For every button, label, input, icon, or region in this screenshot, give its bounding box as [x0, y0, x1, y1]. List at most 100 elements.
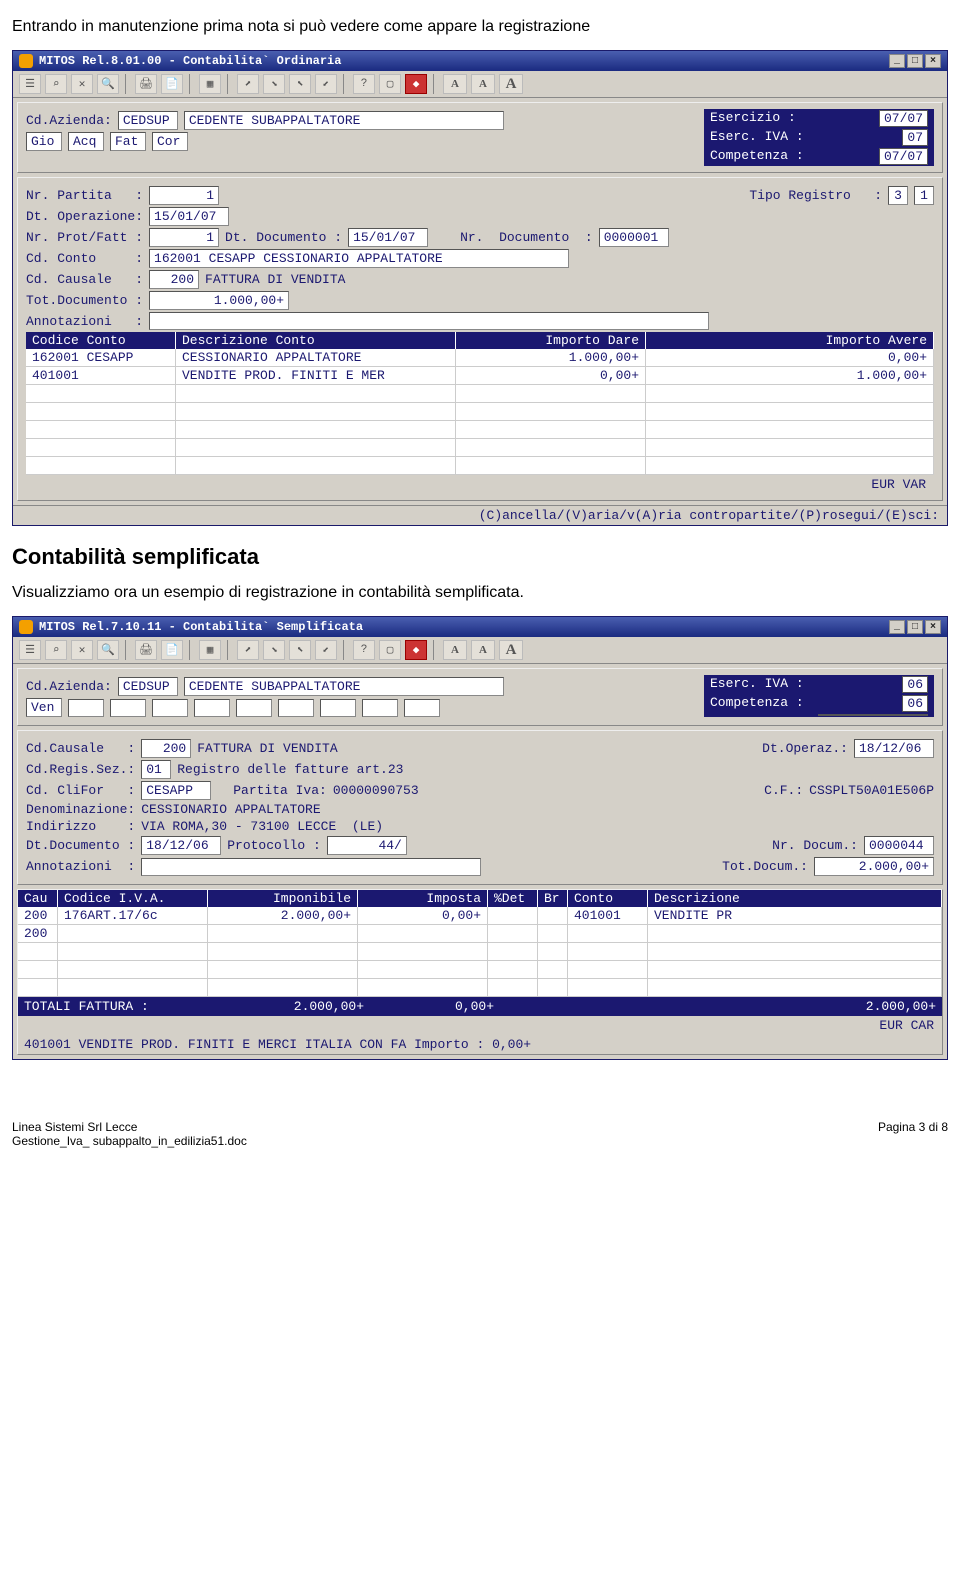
table-row[interactable] [26, 403, 934, 421]
tb-3[interactable]: ✕ [71, 640, 93, 660]
tb-7[interactable]: ▦ [199, 74, 221, 94]
table-row[interactable] [18, 943, 942, 961]
seg-7[interactable] [278, 699, 314, 717]
tb-13[interactable]: ◆ [405, 640, 427, 660]
table-row[interactable]: 200 [18, 925, 942, 943]
competenza-val[interactable]: 06 [902, 695, 928, 712]
table-row[interactable] [26, 421, 934, 439]
dt-op-lbl: Dt.Operaz.: [762, 741, 848, 756]
tb-4[interactable]: 🔍 [97, 74, 119, 94]
cd-clifor[interactable]: CESAPP [141, 781, 211, 800]
tb-9[interactable]: ⬊ [263, 74, 285, 94]
table-row[interactable] [26, 385, 934, 403]
seg-2[interactable] [68, 699, 104, 717]
annotazioni[interactable] [141, 858, 481, 876]
tb-5[interactable]: 🖨 [135, 74, 157, 94]
nrdoc[interactable]: 0000044 [864, 836, 934, 855]
seg-4[interactable] [152, 699, 188, 717]
minimize-button[interactable]: _ [889, 54, 905, 68]
tb-4[interactable]: 🔍 [97, 640, 119, 660]
table-row[interactable]: 162001 CESAPP CESSIONARIO APPALTATORE 1.… [26, 349, 934, 367]
table-row[interactable]: 200 176ART.17/6c 2.000,00+ 0,00+ 401001 … [18, 907, 942, 925]
nr-partita[interactable]: 1 [149, 186, 219, 205]
font-small[interactable]: A [443, 74, 467, 94]
tb-11[interactable]: ⬋ [315, 74, 337, 94]
tb-11[interactable]: ⬋ [315, 640, 337, 660]
proto[interactable]: 44/ [327, 836, 407, 855]
font-large[interactable]: A [499, 640, 523, 660]
totdoc[interactable]: 2.000,00+ [814, 857, 934, 876]
tot-doc[interactable]: 1.000,00+ [149, 291, 289, 310]
tb-help[interactable]: ? [353, 640, 375, 660]
esercizio-val[interactable]: 07/07 [879, 110, 928, 127]
cd-clifor-lbl: Cd. CliFor : [26, 783, 135, 798]
tb-1[interactable]: ☰ [19, 74, 41, 94]
tb-2[interactable]: ⌕ [45, 74, 67, 94]
tb-9[interactable]: ⬊ [263, 640, 285, 660]
seg-gio[interactable]: Gio [26, 132, 62, 151]
nr-doc[interactable]: 0000001 [599, 228, 669, 247]
tipo-reg-b[interactable]: 1 [914, 186, 934, 205]
seg-5[interactable] [194, 699, 230, 717]
seg-acq[interactable]: Acq [68, 132, 104, 151]
font-large[interactable]: A [499, 74, 523, 94]
cd-regis[interactable]: 01 [141, 760, 171, 779]
azienda-code[interactable]: CEDSUP [118, 111, 178, 130]
seg-3[interactable] [110, 699, 146, 717]
font-med[interactable]: A [471, 640, 495, 660]
annotazioni[interactable] [149, 312, 709, 330]
cd-cau[interactable]: 200 [149, 270, 199, 289]
tb-7[interactable]: ▦ [199, 640, 221, 660]
extra-val[interactable] [818, 714, 928, 716]
dt-op[interactable]: 18/12/06 [854, 739, 934, 758]
dt-op[interactable]: 15/01/07 [149, 207, 229, 226]
col-avere: Importo Avere [646, 332, 934, 349]
tb-1[interactable]: ☰ [19, 640, 41, 660]
seg-cor[interactable]: Cor [152, 132, 188, 151]
tb-3[interactable]: ✕ [71, 74, 93, 94]
seg-9[interactable] [362, 699, 398, 717]
tb-12[interactable]: ▢ [379, 640, 401, 660]
tb-10[interactable]: ⬉ [289, 74, 311, 94]
tb-6[interactable]: 📄 [161, 74, 183, 94]
bottom-line: 401001 VENDITE PROD. FINITI E MERCI ITAL… [18, 1035, 942, 1054]
cd-conto[interactable]: 162001 CESAPP CESSIONARIO APPALTATORE [149, 249, 569, 268]
minimize-button[interactable]: _ [889, 620, 905, 634]
seg-6[interactable] [236, 699, 272, 717]
tb-8[interactable]: ⬈ [237, 74, 259, 94]
tipo-reg-a[interactable]: 3 [888, 186, 908, 205]
azienda-code[interactable]: CEDSUP [118, 677, 178, 696]
seg-8[interactable] [320, 699, 356, 717]
dtdoc[interactable]: 18/12/06 [141, 836, 221, 855]
seg-fat[interactable]: Fat [110, 132, 146, 151]
table-row[interactable] [18, 979, 942, 997]
azienda-desc[interactable]: CEDENTE SUBAPPALTATORE [184, 111, 504, 130]
font-med[interactable]: A [471, 74, 495, 94]
competenza-val[interactable]: 07/07 [879, 148, 928, 165]
tb-13[interactable]: ◆ [405, 74, 427, 94]
cd-cau[interactable]: 200 [141, 739, 191, 758]
seg-ven[interactable]: Ven [26, 698, 62, 717]
close-button[interactable]: × [925, 54, 941, 68]
nr-prot[interactable]: 1 [149, 228, 219, 247]
eserciva-val[interactable]: 07 [902, 129, 928, 146]
tb-10[interactable]: ⬉ [289, 640, 311, 660]
table-row[interactable] [18, 961, 942, 979]
maximize-button[interactable]: □ [907, 54, 923, 68]
azienda-desc[interactable]: CEDENTE SUBAPPALTATORE [184, 677, 504, 696]
tb-help[interactable]: ? [353, 74, 375, 94]
tb-5[interactable]: 🖨 [135, 640, 157, 660]
dt-doc[interactable]: 15/01/07 [348, 228, 428, 247]
tb-2[interactable]: ⌕ [45, 640, 67, 660]
font-small[interactable]: A [443, 640, 467, 660]
close-button[interactable]: × [925, 620, 941, 634]
table-row[interactable]: 401001 VENDITE PROD. FINITI E MER 0,00+ … [26, 367, 934, 385]
eserciva-val[interactable]: 06 [902, 676, 928, 693]
tb-12[interactable]: ▢ [379, 74, 401, 94]
tb-8[interactable]: ⬈ [237, 640, 259, 660]
seg-10[interactable] [404, 699, 440, 717]
maximize-button[interactable]: □ [907, 620, 923, 634]
table-row[interactable] [26, 439, 934, 457]
tb-6[interactable]: 📄 [161, 640, 183, 660]
table-row[interactable] [26, 457, 934, 475]
